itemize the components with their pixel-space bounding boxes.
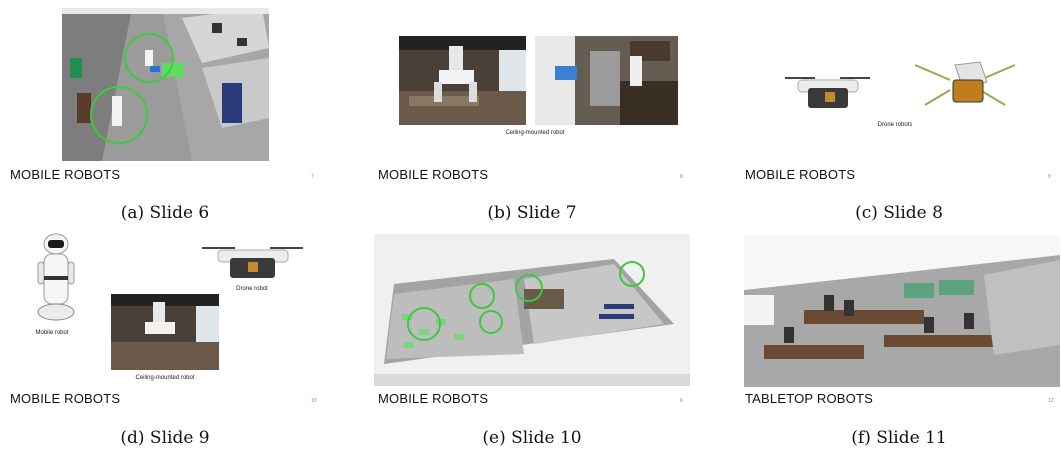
slide-d-drone-image [200, 242, 305, 282]
slide-f-office-render [744, 235, 1060, 387]
slide-c-image-label: Drone robots [877, 122, 913, 128]
caption-c: (c) Slide 8 [855, 203, 943, 223]
slide-b-title: MOBILE ROBOTS [378, 167, 489, 182]
slide-e-title: MOBILE ROBOTS [378, 391, 489, 406]
slide-a-page-number: 7 [311, 174, 314, 180]
slide-d-drone-label: Drone robot [236, 286, 268, 292]
caption-b: (b) Slide 7 [487, 203, 577, 223]
slide-e-floorplan-render [374, 234, 690, 386]
caption-e: (e) Slide 10 [482, 428, 582, 448]
slide-f-page-number: 12 [1048, 398, 1054, 404]
slide-b-kitchen-image-right [535, 36, 678, 125]
slide-d-page-number: 10 [311, 398, 317, 404]
slide-a-office-render [62, 8, 269, 161]
slide-b-page-number: 8 [680, 174, 683, 180]
slide-b-kitchen-image-left [399, 36, 526, 125]
slide-f-title: TABLETOP ROBOTS [745, 391, 873, 406]
slide-c-drone-image-right [905, 50, 1025, 115]
slide-d-mobile-robot-image [30, 232, 82, 324]
slide-d-mobile-robot-label: Mobile robot [35, 330, 69, 336]
slide-c-drone-image-left [780, 72, 875, 112]
slide-e-page-number: 6 [680, 398, 683, 404]
highlight-circle-lower [90, 86, 148, 144]
slide-d-title: MOBILE ROBOTS [10, 391, 121, 406]
slide-c-page-number: 9 [1048, 174, 1051, 180]
caption-d: (d) Slide 9 [120, 428, 210, 448]
caption-f: (f) Slide 11 [851, 428, 947, 448]
highlight-circle-upper [124, 33, 174, 83]
caption-a: (a) Slide 6 [120, 203, 210, 223]
slide-d-ceiling-robot-label: Ceiling-mounted robot [135, 375, 195, 381]
slide-a-title: MOBILE ROBOTS [10, 167, 121, 182]
slide-d-ceiling-robot-image [111, 294, 219, 370]
slide-c-title: MOBILE ROBOTS [745, 167, 856, 182]
slide-b-image-label: Ceiling-mounted robot [505, 130, 565, 136]
